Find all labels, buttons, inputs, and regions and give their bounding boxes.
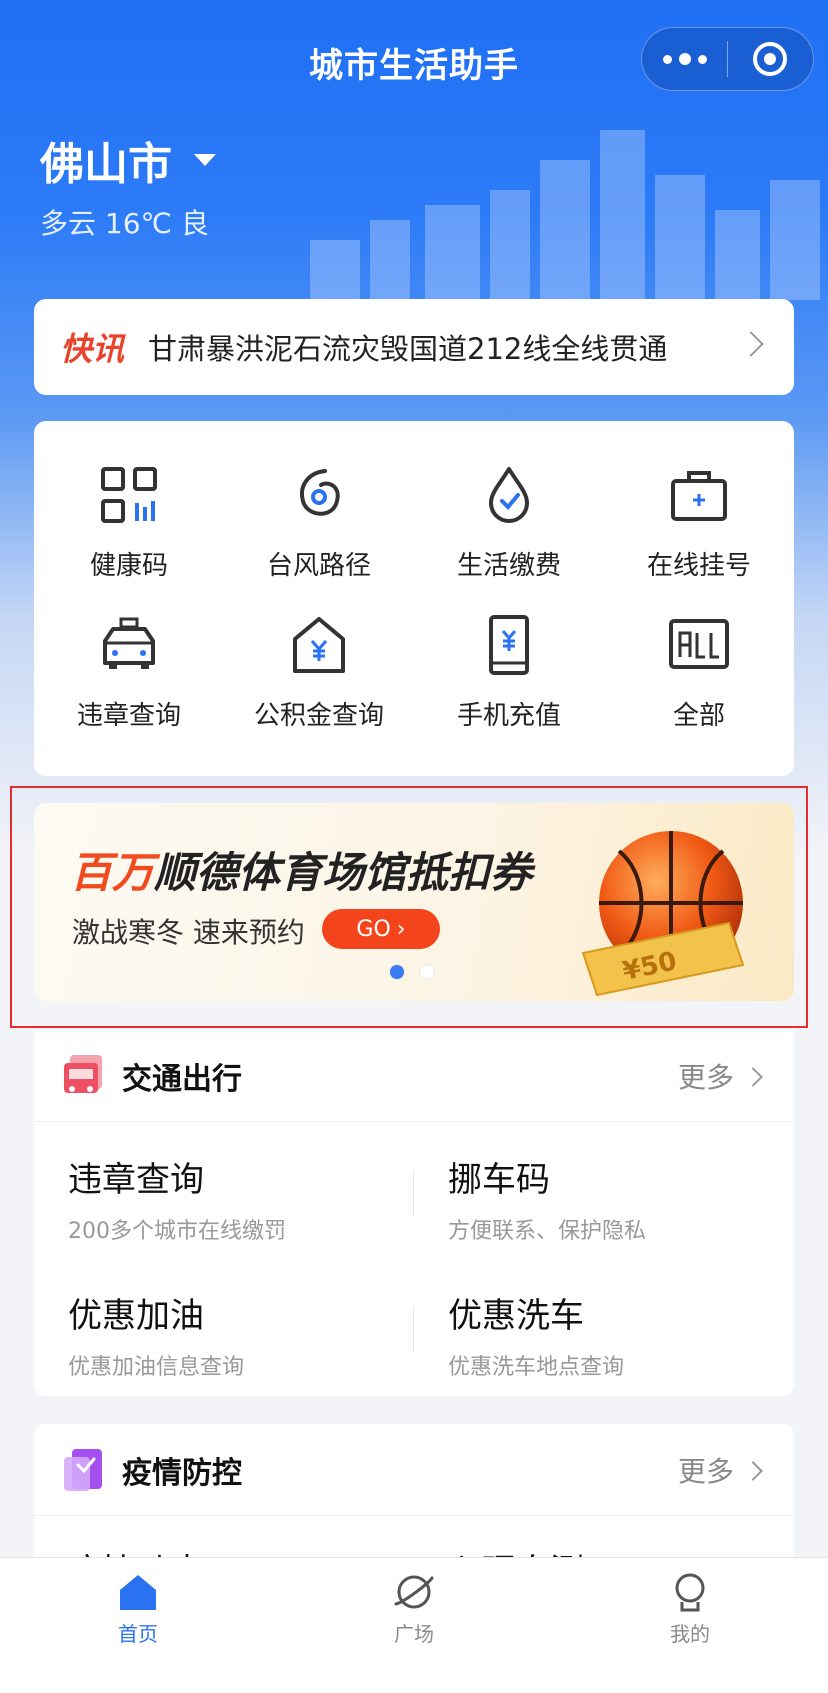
tab-label: 广场 xyxy=(394,1622,434,1646)
city-skyline-decoration xyxy=(310,130,820,300)
service-health-code[interactable]: 健康码 xyxy=(34,421,224,581)
traffic-item-fuel[interactable]: 优惠加油 优惠加油信息查询 xyxy=(68,1288,428,1381)
home-icon xyxy=(120,1575,156,1610)
caret-down-icon xyxy=(194,154,216,166)
item-desc: 200多个城市在线缴罚 xyxy=(68,1219,286,1244)
planet-icon xyxy=(394,1575,434,1609)
tab-label: 首页 xyxy=(118,1622,158,1646)
taxi-icon xyxy=(103,617,155,669)
go-button[interactable]: GO › xyxy=(322,909,440,949)
traffic-item-carwash[interactable]: 优惠洗车 优惠洗车地点查询 xyxy=(448,1288,808,1381)
chevron-right-icon xyxy=(743,1067,763,1087)
water-drop-icon xyxy=(489,467,529,523)
service-registration[interactable]: 在线挂号 xyxy=(604,421,794,581)
service-label: 手机充值 xyxy=(456,701,561,731)
carousel-dot[interactable] xyxy=(420,965,434,979)
chevron-right-icon xyxy=(738,331,764,357)
weather-info: 多云 16℃ 良 xyxy=(40,207,209,240)
city-name: 佛山市 xyxy=(40,139,172,190)
bus-icon xyxy=(64,1054,102,1093)
service-phone-topup[interactable]: 手机充值 xyxy=(414,571,604,731)
more-icon[interactable] xyxy=(642,27,727,91)
tab-mine[interactable]: 我的 xyxy=(630,1572,750,1647)
carousel-dot[interactable] xyxy=(390,965,404,979)
service-all[interactable]: 全部 xyxy=(604,571,794,731)
more-link[interactable]: 更多 xyxy=(678,1056,734,1096)
house-yuan-icon xyxy=(293,617,345,673)
mini-program-capsule xyxy=(641,27,814,91)
item-desc: 方便联系、保护隐私 xyxy=(448,1219,647,1244)
service-label: 公积金查询 xyxy=(253,701,384,731)
qrcode-icon xyxy=(101,467,157,523)
target-icon[interactable] xyxy=(728,27,813,91)
service-label: 违章查询 xyxy=(76,701,181,731)
section-title: 疫情防控 xyxy=(122,1455,242,1491)
item-title: 挪车码 xyxy=(448,1160,550,1200)
banner-subtitle: 激战寒冬 速来预约 xyxy=(72,916,305,949)
tab-home[interactable]: 首页 xyxy=(78,1572,198,1647)
item-title: 优惠洗车 xyxy=(448,1296,584,1336)
item-title: 优惠加油 xyxy=(68,1296,204,1336)
clipboard-check-icon xyxy=(64,1448,102,1491)
service-typhoon[interactable]: 台风路径 xyxy=(224,421,414,581)
traffic-section: 交通出行 更多 违章查询 200多个城市在线缴罚 挪车码 方便联系、保护隐私 优… xyxy=(34,1030,794,1396)
basketball-icon: ¥50 xyxy=(581,831,745,997)
phone-yuan-icon xyxy=(489,615,529,675)
item-title: 违章查询 xyxy=(68,1160,204,1200)
user-icon xyxy=(675,1573,705,1612)
city-selector[interactable]: 佛山市 xyxy=(40,128,216,192)
banner-headline-accent: 百万 xyxy=(70,848,155,897)
tab-square[interactable]: 广场 xyxy=(354,1572,474,1647)
item-divider xyxy=(413,1306,414,1352)
service-housing-fund[interactable]: 公积金查询 xyxy=(224,571,414,731)
chevron-right-icon: › xyxy=(396,916,406,942)
all-icon xyxy=(669,619,729,669)
carousel-indicator xyxy=(390,965,434,979)
item-desc: 优惠洗车地点查询 xyxy=(448,1355,625,1380)
news-tag: 快讯 xyxy=(60,330,125,368)
more-link[interactable]: 更多 xyxy=(678,1450,734,1490)
item-divider xyxy=(413,1170,414,1216)
service-label: 全部 xyxy=(672,701,725,731)
section-title: 交通出行 xyxy=(122,1061,242,1097)
item-desc: 优惠加油信息查询 xyxy=(68,1355,245,1380)
chevron-right-icon xyxy=(743,1461,763,1481)
service-violation[interactable]: 违章查询 xyxy=(34,571,224,731)
service-grid: 健康码 台风路径 生活缴费 在线挂号 违章查询 公积金查询 手机充值 全部 xyxy=(34,421,794,776)
medical-kit-icon xyxy=(671,471,727,521)
banner-headline: 百万顺德体育场馆抵扣券 xyxy=(70,839,532,900)
news-ticker[interactable]: 快讯 甘肃暴洪泥石流灾毁国道212线全线贯通 xyxy=(34,299,794,395)
bottom-tab-bar: 首页 广场 我的 xyxy=(0,1557,828,1693)
traffic-item-move-car[interactable]: 挪车码 方便联系、保护隐私 xyxy=(448,1152,808,1245)
section-header: 疫情防控 更多 xyxy=(34,1424,794,1516)
news-headline: 甘肃暴洪泥石流灾毁国道212线全线贯通 xyxy=(148,332,668,366)
traffic-item-violation[interactable]: 违章查询 200多个城市在线缴罚 xyxy=(68,1152,428,1245)
typhoon-icon xyxy=(300,469,340,516)
go-label: GO xyxy=(356,916,391,942)
banner-headline-rest: 顺德体育场馆抵扣券 xyxy=(154,848,533,897)
tab-label: 我的 xyxy=(670,1622,710,1646)
service-utility[interactable]: 生活缴费 xyxy=(414,421,604,581)
section-header: 交通出行 更多 xyxy=(34,1030,794,1122)
promo-banner[interactable]: 百万顺德体育场馆抵扣券 激战寒冬 速来预约 GO › ¥50 xyxy=(34,803,794,1001)
